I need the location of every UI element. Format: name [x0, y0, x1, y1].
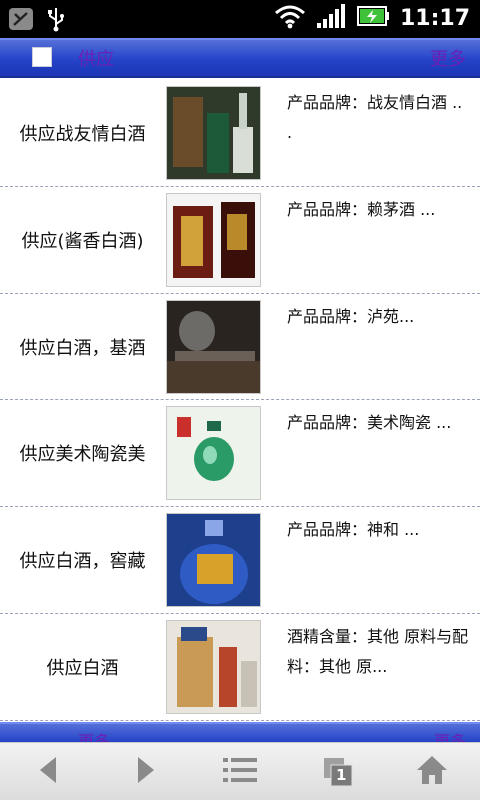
item-name[interactable]: 供应美术陶瓷美	[0, 400, 165, 506]
battery-charging-icon	[356, 5, 390, 31]
section-title: 供应	[78, 49, 114, 70]
status-time: 11:17	[399, 5, 470, 31]
footer-more-right[interactable]: 更多	[434, 728, 466, 742]
item-name[interactable]: 供应白酒，窖藏	[0, 507, 165, 613]
footer-more-left[interactable]: 更多	[78, 728, 110, 742]
tabs-count: 1	[336, 766, 347, 784]
list-item[interactable]: 供应美术陶瓷美 产品品牌：美术陶瓷 ...	[0, 400, 480, 508]
item-description: 产品品牌：战友情白酒 .. .	[287, 93, 463, 142]
phone-sync-icon	[8, 7, 34, 35]
list-item[interactable]: 供应(酱香白酒) 产品品牌：赖茅酒 ...	[0, 187, 480, 294]
section-header: 供应 更多	[0, 38, 480, 78]
product-thumbnail[interactable]	[166, 86, 261, 180]
section-footer: 更多 更多	[0, 722, 480, 742]
list-item[interactable]: 供应战友情白酒 产品品牌：战友情白酒 .. .	[0, 80, 480, 187]
forward-button[interactable]	[126, 753, 166, 791]
back-arrow-icon	[36, 755, 60, 789]
item-description: 产品品牌：美术陶瓷 ...	[287, 413, 452, 433]
list-item[interactable]: 供应白酒，窖藏 产品品牌：神和 ...	[0, 507, 480, 614]
product-thumbnail[interactable]	[166, 299, 261, 394]
list-item[interactable]: 供应白酒，基酒 产品品牌：泸苑...	[0, 294, 480, 401]
tabs-icon: 1	[322, 756, 354, 788]
status-left	[8, 6, 66, 36]
back-button[interactable]	[28, 753, 68, 791]
more-link[interactable]: 更多	[430, 45, 466, 71]
product-thumbnail[interactable]	[166, 192, 261, 287]
product-list: 供应战友情白酒 产品品牌：战友情白酒 .. . 供应(酱香白酒) 产品品牌：赖茅…	[0, 80, 480, 721]
item-name[interactable]: 供应白酒，基酒	[0, 294, 165, 400]
browser-toolbar: 1	[0, 742, 480, 800]
product-thumbnail[interactable]	[166, 406, 261, 501]
item-name[interactable]: 供应(酱香白酒)	[0, 187, 165, 293]
item-description: 酒精含量：其他 原料与配料：其他 原...	[287, 626, 469, 676]
item-description: 产品品牌：神和 ...	[287, 520, 420, 540]
item-name[interactable]: 供应白酒	[0, 614, 165, 720]
item-description: 产品品牌：泸苑...	[287, 306, 415, 326]
header-checkbox[interactable]	[32, 47, 52, 67]
wifi-icon	[274, 3, 306, 33]
menu-button[interactable]	[220, 753, 260, 791]
home-icon	[415, 754, 449, 790]
status-bar: 11:17	[0, 0, 480, 38]
list-item[interactable]: 供应白酒 酒精含量：其他 原料与配料：其他 原...	[0, 614, 480, 721]
home-button[interactable]	[412, 753, 452, 791]
product-thumbnail[interactable]	[166, 513, 261, 608]
list-icon	[223, 755, 257, 789]
product-thumbnail[interactable]	[166, 619, 261, 714]
signal-icon	[316, 3, 346, 33]
item-name[interactable]: 供应战友情白酒	[0, 80, 165, 186]
forward-arrow-icon	[134, 755, 158, 789]
tabs-button[interactable]: 1	[318, 753, 358, 791]
status-right: 11:17	[274, 3, 470, 33]
usb-icon	[46, 6, 66, 36]
item-description: 产品品牌：赖茅酒 ...	[287, 199, 436, 219]
